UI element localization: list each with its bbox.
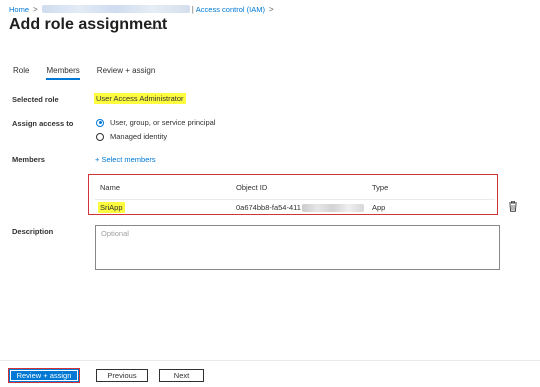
trash-icon[interactable] (508, 201, 518, 212)
radio-user-group-sp-label: User, group, or service principal (110, 118, 216, 127)
radio-managed-identity-label: Managed identity (110, 132, 168, 141)
radio-user-group-sp[interactable]: User, group, or service principal (96, 118, 215, 127)
next-button[interactable]: Next (159, 369, 204, 382)
object-id-redacted (301, 204, 364, 213)
table-row-name: SriApp (98, 202, 125, 213)
tab-role[interactable]: Role (13, 66, 29, 80)
review-assign-button[interactable]: Review + assign (8, 368, 80, 383)
breadcrumb-home[interactable]: Home (9, 5, 29, 14)
description-label: Description (12, 227, 54, 236)
breadcrumb-separator: > (33, 4, 38, 14)
more-options-button[interactable]: ... (150, 16, 165, 32)
description-textarea[interactable]: Optional (95, 225, 500, 270)
breadcrumb-separator-end: > (268, 4, 274, 14)
member-name: SriApp (98, 202, 125, 213)
selected-role-text: User Access Administrator (94, 93, 186, 104)
breadcrumb: Home > | Access control (IAM) > (9, 3, 278, 15)
table-divider (95, 199, 495, 200)
tab-review-assign[interactable]: Review + assign (97, 66, 155, 80)
select-members-link[interactable]: + Select members (95, 155, 156, 164)
breadcrumb-redacted (41, 5, 190, 13)
selected-role-value: User Access Administrator (94, 93, 186, 104)
page-title: Add role assignment (9, 16, 168, 33)
tab-members[interactable]: Members (46, 66, 80, 80)
column-header-name: Name (100, 183, 121, 192)
radio-unchecked-icon[interactable] (96, 132, 104, 141)
column-header-type: Type (372, 183, 389, 192)
table-row-object-id: 0a674bb8-fa54-411 (236, 203, 364, 213)
footer-divider (0, 360, 540, 361)
previous-button[interactable]: Previous (96, 369, 148, 382)
member-object-id: 0a674bb8-fa54-411 (236, 203, 301, 212)
column-header-object-id: Object ID (236, 183, 268, 192)
tab-list: Role Members Review + assign (13, 66, 172, 80)
member-type: App (372, 203, 386, 212)
members-label: Members (12, 155, 45, 164)
breadcrumb-access-control[interactable]: Access control (IAM) (196, 5, 265, 14)
radio-checked-icon[interactable] (96, 118, 104, 127)
selected-role-label: Selected role (12, 95, 59, 104)
radio-managed-identity[interactable]: Managed identity (96, 132, 167, 141)
description-placeholder: Optional (101, 229, 129, 238)
assign-access-label: Assign access to (12, 119, 74, 128)
breadcrumb-pipe: | (191, 4, 194, 14)
